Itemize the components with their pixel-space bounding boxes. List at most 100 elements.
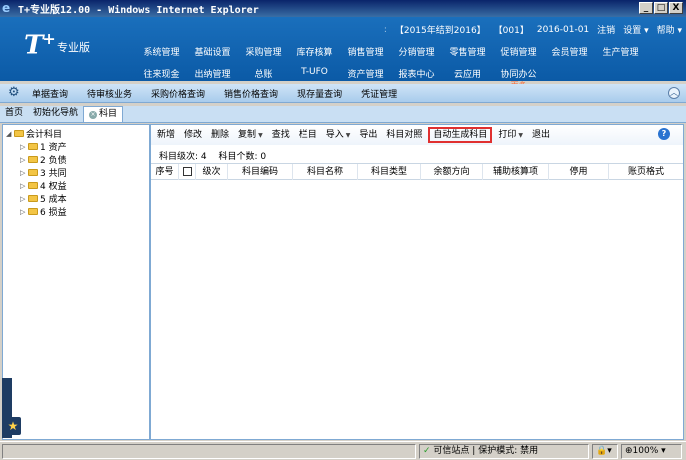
help-menu[interactable]: 帮助 ▾ (657, 23, 682, 36)
expand-arrow-icon[interactable]: ▷ (20, 195, 28, 203)
delete-button[interactable]: 删除 (208, 127, 232, 143)
login-date: 2016-01-01 (536, 24, 590, 35)
quick-voucher-management[interactable]: 凭证管理 (361, 87, 397, 100)
main-menu-row1: 系统管理 基础设置 采购管理 库存核算 销售管理 分销管理 零售管理 促销管理 … (136, 45, 646, 58)
ie-status-bar: ✓ 可信站点 | 保护模式: 禁用 🔒▾ ⊕100% ▾ (0, 441, 686, 460)
quick-pending-review[interactable]: 待审核业务 (87, 87, 132, 100)
folder-open-icon (14, 130, 24, 137)
gear-icon[interactable]: ⚙ (8, 86, 22, 100)
maximize-button[interactable]: □ (654, 2, 668, 14)
menu-basic-settings[interactable]: 基础设置 (187, 45, 238, 58)
folder-icon (28, 169, 38, 176)
find-button[interactable]: 查找 (269, 127, 293, 143)
menu-retail[interactable]: 零售管理 (442, 45, 493, 58)
folder-icon (28, 143, 38, 150)
close-tab-icon[interactable]: × (89, 111, 98, 119)
window-titlebar: e T+专业版12.00 - Windows Internet Explorer… (0, 0, 686, 17)
app-logo: T+ (24, 29, 56, 61)
col-code[interactable]: 科目编码 (228, 164, 293, 180)
select-all-checkbox[interactable] (179, 164, 196, 180)
quick-access-bar: ⚙ 单据查询 待审核业务 采购价格查询 销售价格查询 现存量查询 凭证管理 ︿ (0, 84, 686, 103)
ie-icon: e (2, 1, 11, 15)
account-mapping-button[interactable]: 科目对照 (383, 127, 425, 143)
close-button[interactable]: X (669, 2, 683, 14)
tree-root[interactable]: ◢ 会计科目 (6, 127, 62, 141)
security-zone: ✓ 可信站点 | 保护模式: 禁用 (419, 444, 589, 459)
col-balance-direction[interactable]: 余额方向 (421, 164, 483, 180)
collapse-arrow-icon[interactable]: ◢ (6, 130, 14, 138)
expand-arrow-icon[interactable]: ▷ (20, 208, 28, 216)
minimize-button[interactable]: _ (639, 2, 653, 14)
edit-button[interactable]: 修改 (181, 127, 205, 143)
export-button[interactable]: 导出 (356, 127, 380, 143)
tree-node-cost[interactable]: ▷ 5 成本 (20, 192, 67, 206)
expand-arrow-icon[interactable]: ▷ (20, 169, 28, 177)
menu-production[interactable]: 生产管理 (595, 45, 646, 58)
auto-generate-accounts-button[interactable]: 自动生成科目 (428, 127, 493, 143)
menu-promotion[interactable]: 促销管理 (493, 45, 544, 58)
exit-button[interactable]: 退出 (529, 127, 553, 143)
tab-home[interactable]: 首页 (0, 106, 28, 122)
folder-icon (28, 182, 38, 189)
account-period: 【2015年结到2016】 (394, 26, 486, 36)
folder-icon (28, 195, 38, 202)
quick-stock-query[interactable]: 现存量查询 (297, 87, 342, 100)
tab-bar: 首页 初始化导航 × 科目 (0, 106, 686, 123)
account-number: 【001】 (493, 26, 529, 36)
tree-node-assets[interactable]: ▷ 1 资产 (20, 140, 67, 154)
copy-button[interactable]: 复制 ▼ (235, 127, 266, 143)
quick-document-query[interactable]: 单据查询 (32, 87, 68, 100)
header-topbar: : 【2015年结到2016】 【001】 2016-01-01 注销 设置 ▾… (383, 23, 682, 37)
import-button[interactable]: 导入 ▼ (323, 127, 354, 143)
app-header: T+ 专业版 : 【2015年结到2016】 【001】 2016-01-01 … (0, 17, 686, 90)
account-level-text: 科目级次: 4 (159, 152, 207, 162)
tree-node-common[interactable]: ▷ 3 共同 (20, 166, 67, 180)
dropdown-arrow-icon: ▼ (518, 132, 524, 139)
menu-purchase[interactable]: 采购管理 (238, 45, 289, 58)
zoom-icon: ⊕ (625, 446, 633, 456)
checkmark-icon: ✓ (423, 446, 431, 456)
tab-accounts[interactable]: × 科目 (83, 106, 124, 122)
logout-link[interactable]: 注销 (597, 23, 615, 36)
menu-inventory-accounting[interactable]: 库存核算 (289, 45, 340, 58)
star-icon[interactable]: ★ (5, 417, 21, 435)
account-summary: 科目级次: 4 科目个数: 0 (159, 149, 275, 162)
tree-node-liabilities[interactable]: ▷ 2 负债 (20, 153, 67, 167)
dropdown-arrow-icon: ▼ (258, 132, 263, 139)
menu-sales[interactable]: 销售管理 (340, 45, 391, 58)
print-button[interactable]: 打印 ▼ (495, 127, 526, 143)
accounts-panel: 新增 修改 删除 复制 ▼ 查找 栏目 导入 ▼ 导出 科目对照 自动生成科目 打印… (150, 124, 684, 440)
zoom-control[interactable]: ⊕100% ▾ (621, 444, 682, 459)
quick-purchase-price[interactable]: 采购价格查询 (151, 87, 205, 100)
menu-distribution[interactable]: 分销管理 (391, 45, 442, 58)
help-icon[interactable]: ? (658, 128, 670, 140)
col-type[interactable]: 科目类型 (358, 164, 421, 180)
expand-arrow-icon[interactable]: ▷ (20, 156, 28, 164)
col-auxiliary[interactable]: 辅助核算项 (483, 164, 549, 180)
tree-node-equity[interactable]: ▷ 4 权益 (20, 179, 67, 193)
columns-button[interactable]: 栏目 (296, 127, 320, 143)
col-name[interactable]: 科目名称 (293, 164, 358, 180)
menu-membership[interactable]: 会员管理 (544, 45, 595, 58)
app-edition: 专业版 (57, 41, 90, 54)
security-settings-icon[interactable]: 🔒▾ (592, 444, 618, 459)
window-controls: _ □ X (639, 2, 683, 14)
menu-system[interactable]: 系统管理 (136, 45, 187, 58)
collapse-icon[interactable]: ︿ (668, 87, 680, 99)
account-tree: ◢ 会计科目 ▷ 1 资产 ▷ 2 负债 ▷ 3 共同 ▷ 4 权益 ▷ 5 成… (2, 124, 150, 440)
accounts-toolbar: 新增 修改 删除 复制 ▼ 查找 栏目 导入 ▼ 导出 科目对照 自动生成科目 打印… (151, 125, 683, 145)
expand-arrow-icon[interactable]: ▷ (20, 143, 28, 151)
window-title: T+专业版12.00 - Windows Internet Explorer (18, 5, 259, 16)
col-level[interactable]: 级次 (196, 164, 228, 180)
dropdown-arrow-icon: ▼ (345, 132, 351, 139)
quick-sales-price[interactable]: 销售价格查询 (224, 87, 278, 100)
col-seq[interactable]: 序号 (151, 164, 179, 180)
tab-init-nav[interactable]: 初始化导航 (28, 106, 83, 122)
col-ledger-format[interactable]: 账页格式 (609, 164, 683, 180)
add-button[interactable]: 新增 (154, 127, 178, 143)
tree-node-profit-loss[interactable]: ▷ 6 损益 (20, 205, 67, 219)
folder-icon (28, 156, 38, 163)
col-disabled[interactable]: 停用 (549, 164, 609, 180)
expand-arrow-icon[interactable]: ▷ (20, 182, 28, 190)
settings-menu[interactable]: 设置 ▾ (623, 23, 648, 36)
